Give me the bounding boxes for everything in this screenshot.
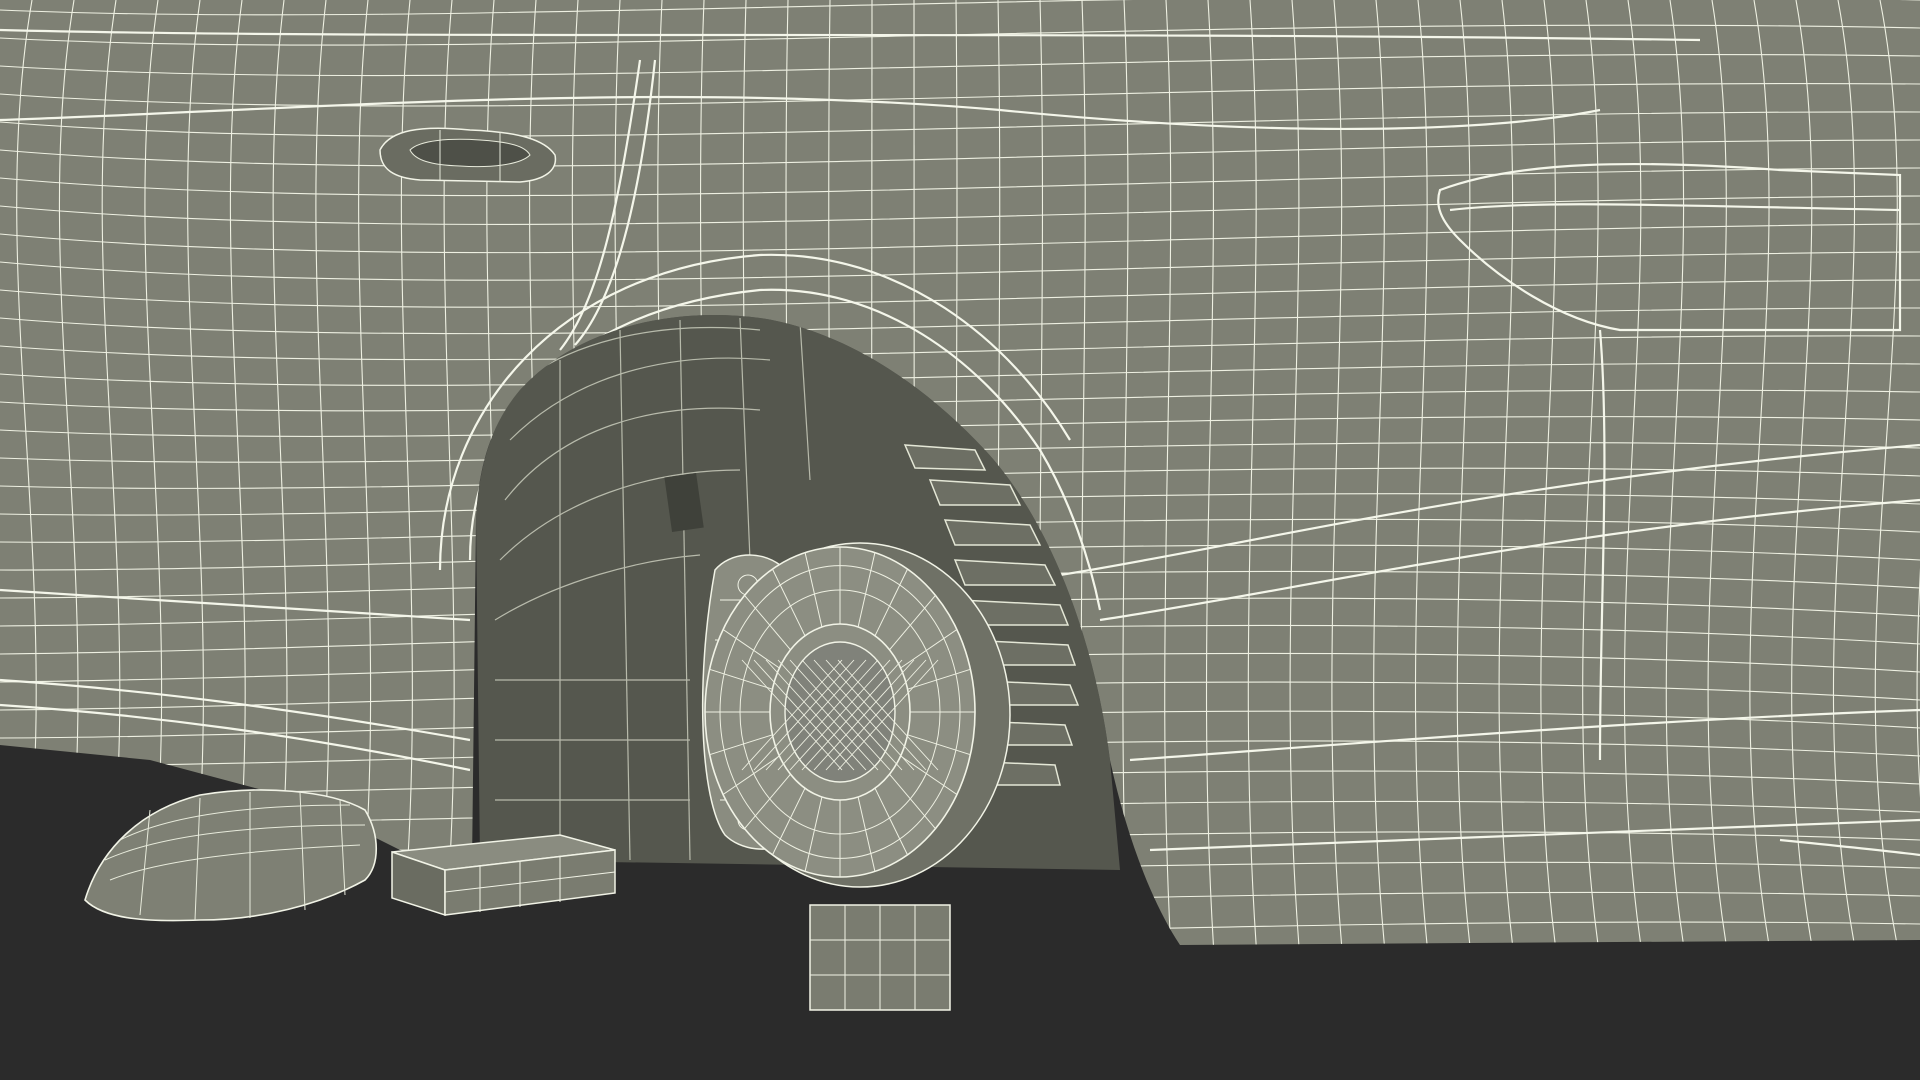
support-block-center: [809, 904, 951, 1011]
brake-disc: [704, 542, 1011, 888]
wireframe-render: [0, 0, 1920, 1080]
render-viewport: [0, 0, 1920, 1080]
